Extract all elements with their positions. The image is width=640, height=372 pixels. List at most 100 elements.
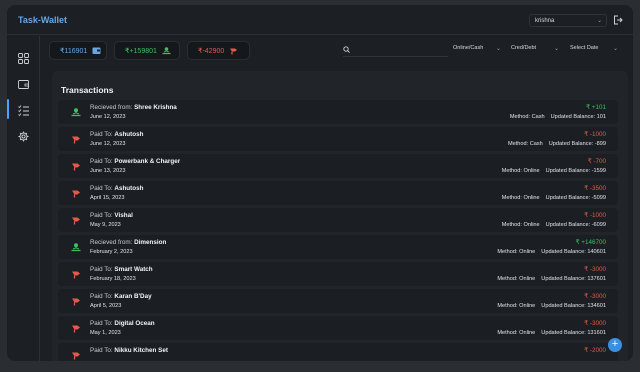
search-icon (343, 46, 350, 53)
transaction-row[interactable]: Paid To: Digital Ocean May 1, 2023 ₹ -3000… (58, 316, 618, 340)
transaction-amount: ₹ -700 (587, 158, 606, 165)
transaction-name: Vishal (114, 212, 133, 219)
transaction-party: Recieved from: Dimension (90, 239, 166, 246)
transaction-row[interactable]: Paid To: Vishal May 9, 2023 ₹ -1000 Method:… (58, 208, 618, 232)
transaction-row[interactable]: Recieved from: Dimension February 2, 2023… (58, 235, 618, 259)
transaction-party: Paid To: Powerbank & Charger (90, 158, 180, 165)
pay-money-icon (72, 271, 80, 279)
wallet-icon[interactable] (18, 79, 29, 90)
logout-icon[interactable] (613, 15, 623, 25)
pay-money-icon (72, 217, 80, 225)
transaction-method: Method: Online (501, 195, 540, 201)
mode-filter[interactable]: Online/Cash ⌄ (453, 45, 501, 57)
transaction-meta: Method: Online Updated Balance: 131601 (491, 330, 606, 336)
transaction-row[interactable]: Paid To: Ashutosh April 15, 2023 ₹ -3500 Me… (58, 181, 618, 205)
transaction-method: Method: Online (497, 330, 536, 336)
transaction-name: Powerbank & Charger (114, 158, 181, 165)
transaction-prefix: Paid To: (90, 266, 113, 273)
receive-money-icon (71, 108, 81, 117)
transaction-meta: Method: Cash Updated Balance: 101 (504, 114, 606, 120)
transaction-name: Smart Watch (114, 266, 153, 273)
transaction-party: Recieved from: Shree Krishna (90, 104, 177, 111)
transaction-row[interactable]: Recieved from: Shree Krishna June 12, 202… (58, 100, 618, 124)
pay-money-icon (72, 190, 80, 198)
wallet-icon (92, 47, 101, 54)
transaction-row[interactable]: Paid To: Karan B'Day April 5, 2023 ₹ -3000… (58, 289, 618, 313)
transaction-balance: Updated Balance: -899 (548, 141, 606, 147)
nav-active-indicator (7, 99, 9, 119)
transaction-amount: ₹ -3000 (584, 293, 606, 300)
transaction-party: Paid To: Digital Ocean (90, 320, 155, 327)
transaction-meta: Method: Online Updated Balance: -1599 (496, 168, 606, 174)
transaction-row[interactable]: Paid To: Nikku Kitchen Set ₹ -2000 (58, 343, 618, 361)
date-filter-label: Select Date (570, 45, 599, 51)
transaction-prefix: Paid To: (90, 158, 113, 165)
transaction-row[interactable]: Paid To: Smart Watch February 18, 2023 ₹ -… (58, 262, 618, 286)
transaction-name: Ashutosh (114, 185, 144, 192)
transaction-row[interactable]: Paid To: Powerbank & Charger June 13, 202… (58, 154, 618, 178)
debit-card: ₹-42900 (187, 41, 250, 60)
transaction-balance: Updated Balance: 134601 (541, 303, 606, 309)
app-window: Task-Wallet krishna ⌄ ₹116901 ₹+159801 ₹… (7, 5, 633, 361)
top-bar: Task-Wallet krishna ⌄ (7, 5, 633, 35)
transaction-prefix: Paid To: (90, 293, 113, 300)
transaction-method: Method: Cash (509, 114, 545, 120)
transaction-row[interactable]: Paid To: Ashutosh June 12, 2023 ₹ -1000 Met… (58, 127, 618, 151)
transaction-meta (594, 357, 606, 361)
balance-value: ₹116901 (60, 47, 88, 55)
balance-card: ₹116901 (49, 41, 107, 60)
pay-money-icon (72, 352, 80, 360)
receive-money-icon (162, 47, 171, 55)
transaction-date: June 12, 2023 (90, 141, 126, 147)
transaction-prefix: Paid To: (90, 320, 113, 327)
transaction-date: June 12, 2023 (90, 114, 126, 120)
transaction-party: Paid To: Ashutosh (90, 185, 143, 192)
dashboard-icon[interactable] (18, 53, 29, 64)
pay-money-icon (72, 325, 80, 333)
transaction-prefix: Paid To: (90, 185, 113, 192)
transaction-amount: ₹ -3000 (584, 320, 606, 327)
type-filter-label: Cred/Debt (511, 45, 537, 51)
transaction-amount: ₹ -1000 (584, 131, 606, 138)
pay-money-icon (72, 298, 80, 306)
add-transaction-button[interactable]: + (608, 338, 622, 352)
type-filter[interactable]: Cred/Debt ⌄ (511, 45, 559, 57)
transaction-amount: ₹ -1000 (584, 212, 606, 219)
transaction-method: Method: Online (501, 168, 540, 174)
transaction-party: Paid To: Ashutosh (90, 131, 143, 138)
transaction-amount: ₹ +146700 (575, 239, 606, 246)
transaction-meta: Method: Online Updated Balance: 140601 (491, 249, 606, 255)
chevron-down-icon: ⌄ (553, 46, 559, 52)
credit-card: ₹+159801 (114, 41, 180, 60)
transaction-amount: ₹ +101 (586, 104, 606, 111)
settings-icon[interactable] (18, 131, 29, 142)
date-filter[interactable]: Select Date ⌄ (570, 45, 618, 57)
user-select[interactable]: krishna ⌄ (529, 14, 607, 27)
search-input[interactable] (343, 45, 448, 57)
chevron-down-icon: ⌄ (596, 18, 602, 24)
transaction-method: Method: Online (501, 222, 540, 228)
transaction-date: April 15, 2023 (90, 195, 125, 201)
transaction-party: Paid To: Vishal (90, 212, 133, 219)
transaction-prefix: Recieved from: (90, 239, 133, 246)
pay-money-icon (72, 136, 80, 144)
transaction-meta: Method: Online Updated Balance: -6099 (496, 222, 606, 228)
transaction-party: Paid To: Nikku Kitchen Set (90, 347, 168, 354)
user-name: krishna (535, 18, 555, 24)
receive-money-icon (71, 243, 81, 252)
transaction-name: Ashutosh (114, 131, 144, 138)
transaction-meta: Method: Online Updated Balance: 134601 (491, 303, 606, 309)
transaction-amount: ₹ -2000 (584, 347, 606, 354)
pay-money-icon (72, 163, 80, 171)
transaction-balance: Updated Balance: 101 (550, 114, 606, 120)
transaction-name: Digital Ocean (114, 320, 155, 327)
transaction-party: Paid To: Karan B'Day (90, 293, 152, 300)
transaction-method: Method: Online (497, 249, 536, 255)
mode-filter-label: Online/Cash (453, 45, 484, 51)
transaction-date: May 9, 2023 (90, 222, 121, 228)
transaction-balance: Updated Balance: -1599 (545, 168, 606, 174)
transaction-method: Method: Cash (507, 141, 543, 147)
transactions-title: Transactions (61, 85, 114, 95)
task-list-icon[interactable] (18, 105, 29, 116)
transaction-meta: Method: Online Updated Balance: 137601 (491, 276, 606, 282)
